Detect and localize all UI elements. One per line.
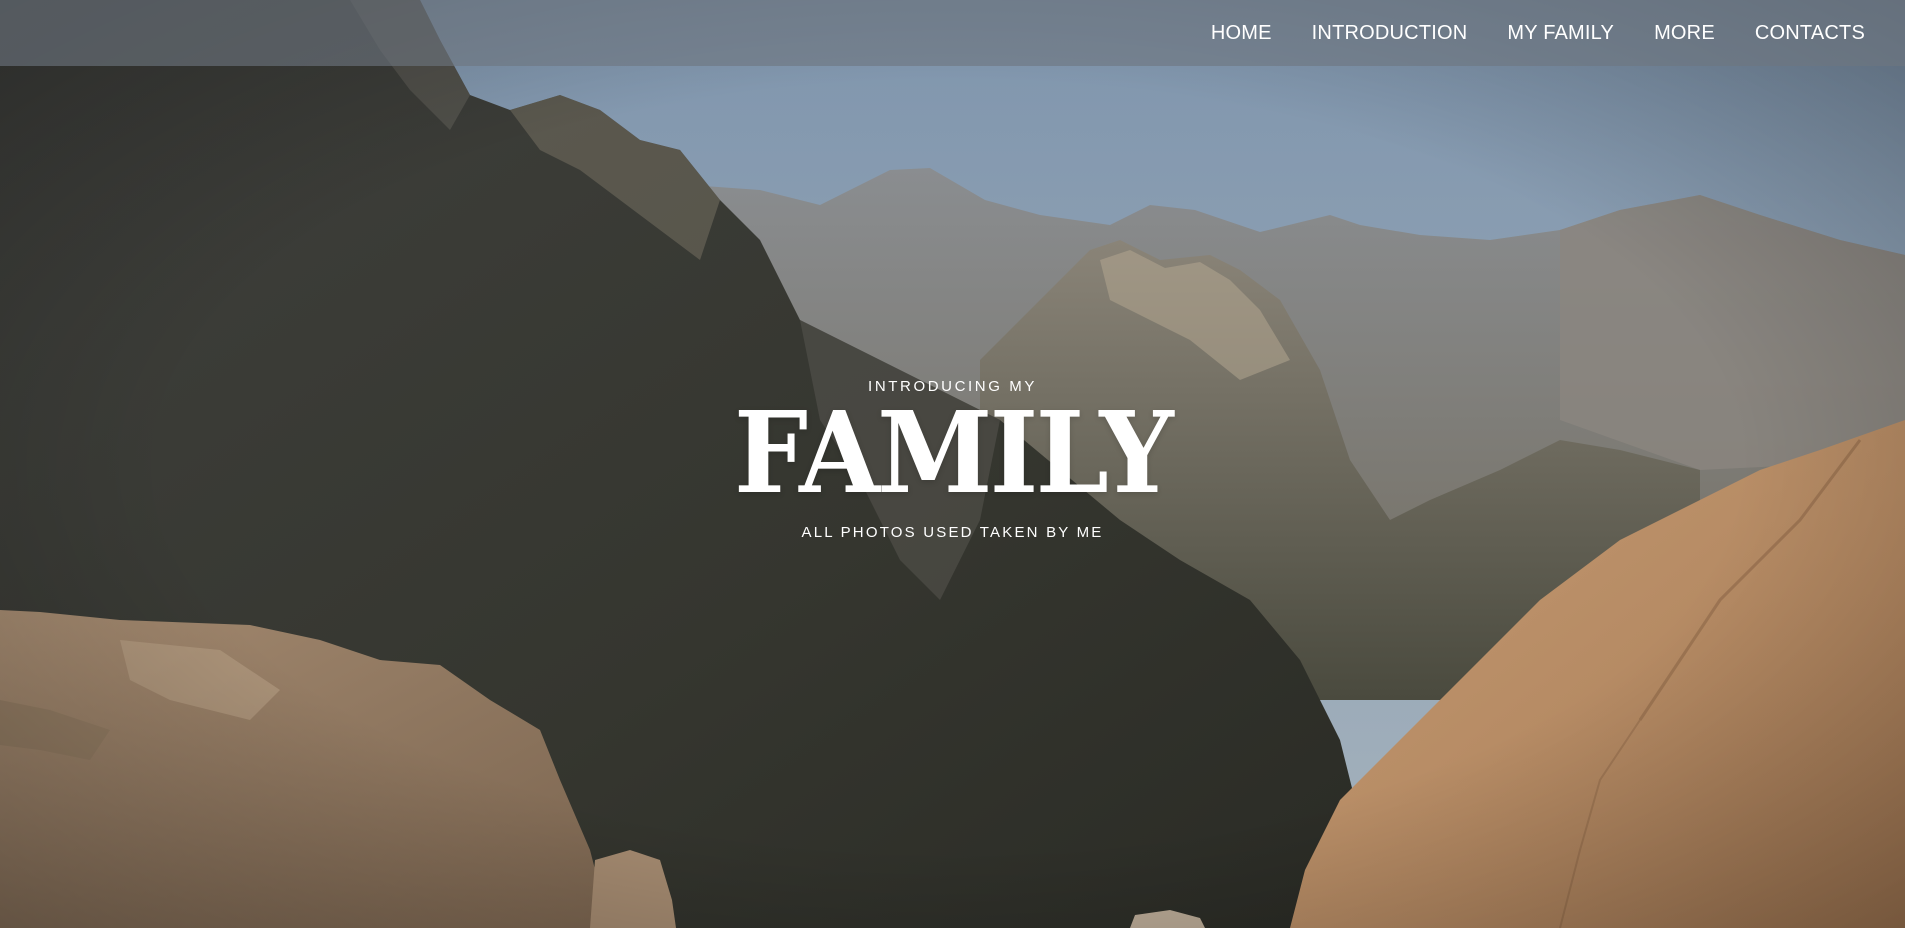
hero-title: FAMILY — [734, 388, 1174, 519]
nav-contacts-link[interactable]: CONTACTS — [1755, 0, 1865, 66]
nav-introduction-link[interactable]: INTRODUCTION — [1312, 0, 1468, 66]
hero-section: HOME INTRODUCTION MY FAMILY MORE CONTACT… — [0, 0, 1905, 928]
hero-subtitle: ALL PHOTOS USED TAKEN BY ME — [801, 524, 1104, 541]
top-navbar: HOME INTRODUCTION MY FAMILY MORE CONTACT… — [0, 0, 1905, 66]
nav-more-link[interactable]: MORE — [1654, 0, 1715, 66]
nav-home-link[interactable]: HOME — [1211, 0, 1272, 66]
hero-headline: INTRODUCING MY FAMILY ALL PHOTOS USED TA… — [0, 376, 1905, 544]
nav-my-family-link[interactable]: MY FAMILY — [1507, 0, 1614, 66]
